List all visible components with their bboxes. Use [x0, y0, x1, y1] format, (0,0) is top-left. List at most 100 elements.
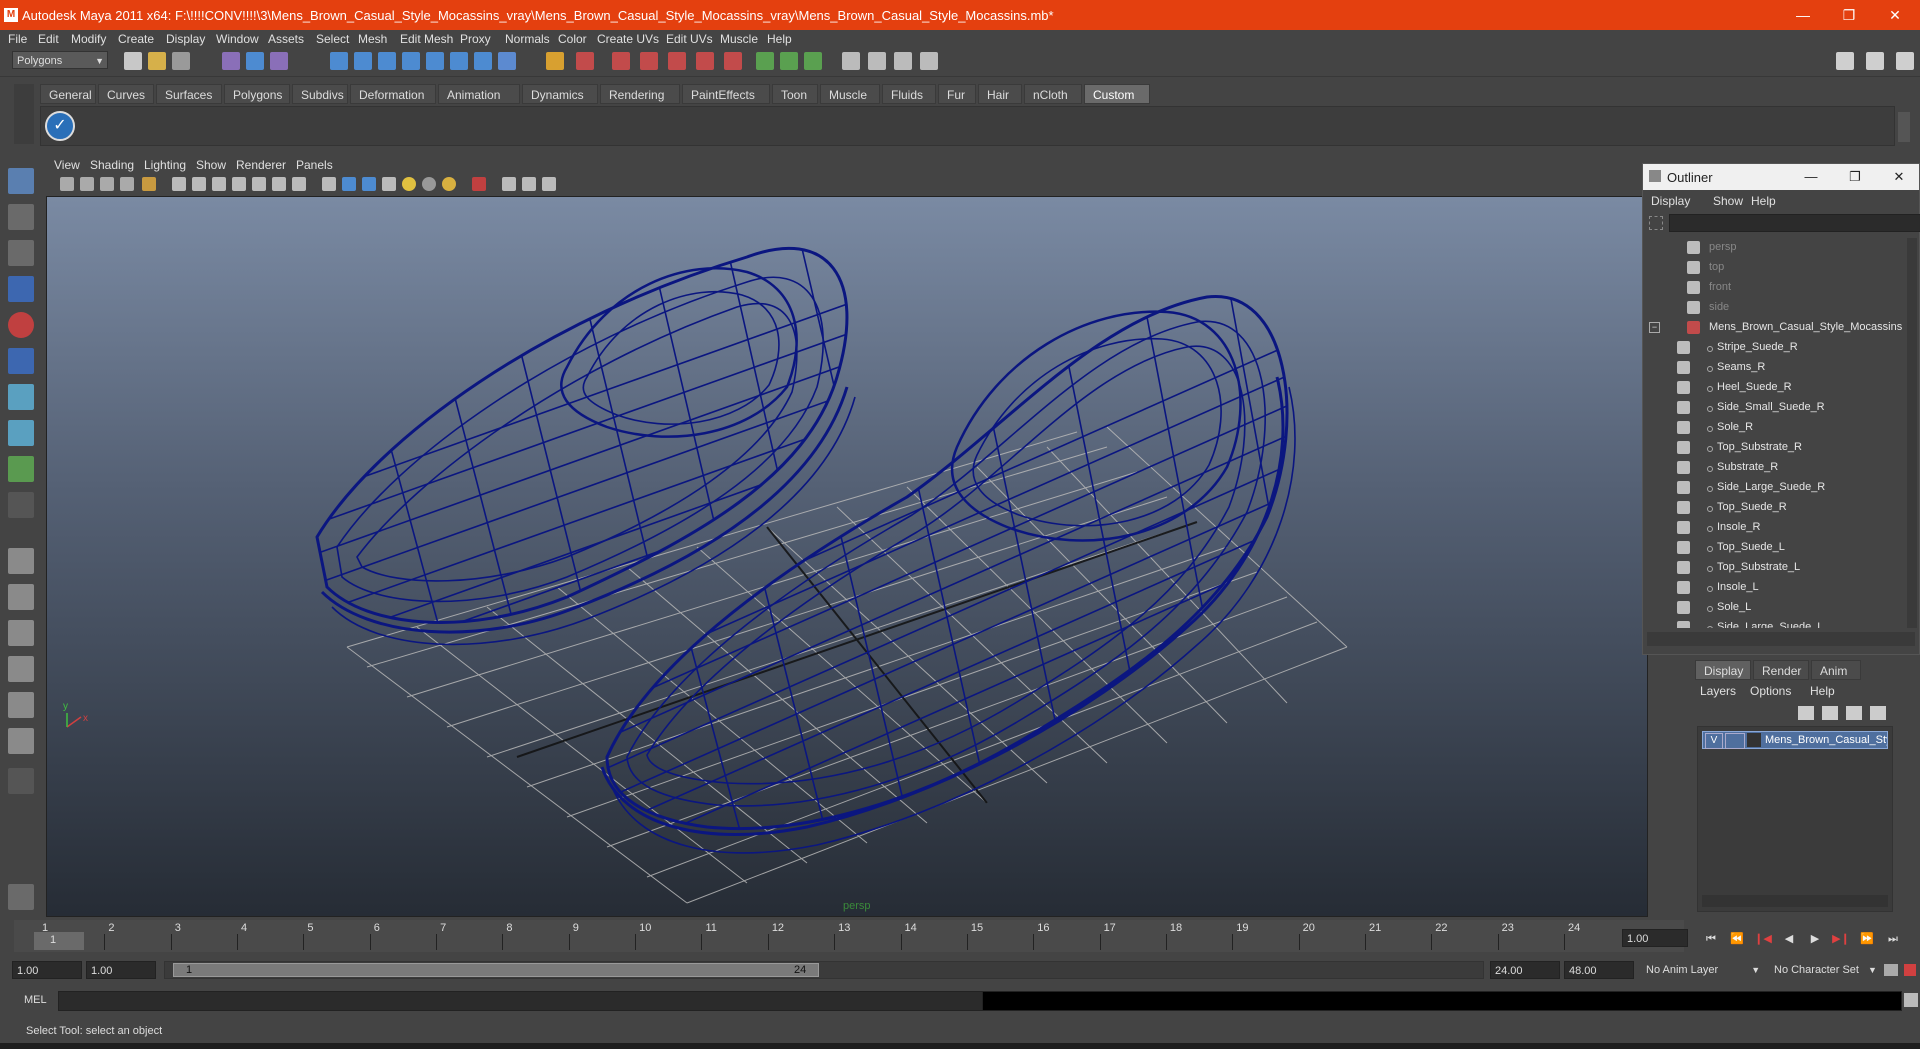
shelf-tab-subdivs[interactable]: Subdivs [292, 84, 348, 104]
shelf-tab-painteffects[interactable]: PaintEffects [682, 84, 770, 104]
filter-icon[interactable] [1649, 216, 1663, 230]
graph-layout-icon[interactable] [8, 656, 34, 682]
check-shelf-icon[interactable]: ✓ [45, 111, 75, 141]
outliner-item[interactable]: Sole_R [1647, 418, 1905, 438]
high-quality-icon[interactable] [442, 177, 456, 191]
outliner-item[interactable]: Insole_R [1647, 518, 1905, 538]
menu-color[interactable]: Color [558, 32, 587, 46]
snap-curve-icon[interactable] [354, 52, 372, 70]
layer-color-swatch[interactable] [1725, 733, 1745, 749]
four-pane-layout-icon[interactable] [8, 584, 34, 610]
outliner-item[interactable]: Substrate_R [1647, 458, 1905, 478]
viewport-menu-lighting[interactable]: Lighting [144, 158, 186, 172]
snap-view-icon[interactable] [450, 52, 468, 70]
gate-mask-icon[interactable] [232, 177, 246, 191]
layer-add-icon[interactable] [1846, 706, 1862, 720]
menu-mesh[interactable]: Mesh [358, 32, 387, 46]
lock-icon[interactable] [546, 52, 564, 70]
outliner-minimize-button[interactable]: — [1789, 164, 1833, 190]
input-line-icon[interactable] [756, 52, 774, 70]
film-gate-icon[interactable] [192, 177, 206, 191]
outliner-item[interactable]: top [1647, 258, 1905, 278]
outliner-list[interactable]: persp top front side − Mens_Brown_Casual_Styl… [1647, 238, 1905, 628]
soft-mod-tool-icon[interactable] [8, 420, 34, 446]
new-empty-layer-icon[interactable] [1798, 706, 1814, 720]
outliner-item[interactable]: Top_Suede_R [1647, 498, 1905, 518]
shelf-tab-fluids[interactable]: Fluids [882, 84, 936, 104]
viewport-menu-renderer[interactable]: Renderer [236, 158, 286, 172]
shelf-tab-animation[interactable]: Animation [438, 84, 520, 104]
layer-name[interactable]: Mens_Brown_Casual_Sty [1765, 734, 1887, 746]
menu-create-uvs[interactable]: Create UVs [597, 32, 659, 46]
outliner-item[interactable]: front [1647, 278, 1905, 298]
layer-editor-icon[interactable] [920, 52, 938, 70]
outliner-filter-input[interactable] [1669, 214, 1920, 232]
camera-select-icon[interactable] [60, 177, 74, 191]
channel-box-icon[interactable] [894, 52, 912, 70]
layer-menu-layers[interactable]: Layers [1700, 684, 1736, 698]
isolate-select-icon[interactable] [472, 177, 486, 191]
pencil-icon[interactable] [1747, 733, 1761, 747]
image-plane-icon[interactable] [120, 177, 134, 191]
animation-start-field[interactable]: 1.00 [12, 961, 82, 979]
anim-prefs-icon[interactable] [1904, 964, 1916, 976]
numeric-input-icon[interactable] [780, 52, 798, 70]
uv-layout-icon[interactable] [8, 728, 34, 754]
rotate-tool-icon[interactable] [8, 312, 34, 338]
outliner-item[interactable]: Top_Suede_L [1647, 538, 1905, 558]
menu-edit-mesh[interactable]: Edit Mesh [400, 32, 453, 46]
ipr-render-icon[interactable] [640, 52, 658, 70]
key-icon[interactable] [1884, 964, 1898, 976]
shelf-tab-deformation[interactable]: Deformation [350, 84, 436, 104]
outliner-layout-icon[interactable] [8, 620, 34, 646]
manipulator-tool-icon[interactable] [8, 384, 34, 410]
current-frame-marker[interactable]: 1 [34, 932, 84, 950]
menu-modify[interactable]: Modify [71, 32, 106, 46]
shelf-tab-general[interactable]: General [40, 84, 96, 104]
scale-tool-icon[interactable] [8, 348, 34, 374]
layer-tab-display[interactable]: Display [1695, 660, 1751, 680]
current-time-field[interactable]: 1.00 [1622, 929, 1688, 947]
outliner-item[interactable]: Side_Small_Suede_R [1647, 398, 1905, 418]
play-forwards-button[interactable]: ▶ [1806, 932, 1824, 946]
hypershade-icon[interactable] [696, 52, 714, 70]
shelf-tab-polygons[interactable]: Polygons [224, 84, 290, 104]
outliner-item[interactable]: Sole_L [1647, 598, 1905, 618]
menu-create[interactable]: Create [118, 32, 154, 46]
menu-select[interactable]: Select [316, 32, 349, 46]
snap-point-icon[interactable] [378, 52, 396, 70]
use-all-lights-icon[interactable] [402, 177, 416, 191]
camera-attributes-icon[interactable] [80, 177, 94, 191]
outliner-item[interactable]: − Mens_Brown_Casual_Style_Mocassins [1647, 318, 1905, 338]
textured-icon[interactable] [382, 177, 396, 191]
anim-layer-dropdown[interactable]: No Anim Layer ▼ [1646, 961, 1760, 979]
shelf-handle[interactable] [14, 84, 34, 144]
mel-command-input[interactable] [58, 991, 988, 1011]
shelf-tab-curves[interactable]: Curves [98, 84, 154, 104]
wireframe-icon[interactable] [322, 177, 336, 191]
outliner-item[interactable]: Seams_R [1647, 358, 1905, 378]
shelf-tab-rendering[interactable]: Rendering [600, 84, 680, 104]
character-set-dropdown[interactable]: No Character Set ▼ [1774, 961, 1877, 979]
outliner-item[interactable]: Top_Substrate_R [1647, 438, 1905, 458]
playback-end-field[interactable]: 24.00 [1490, 961, 1560, 979]
menu-display[interactable]: Display [166, 32, 205, 46]
outliner-menu-display[interactable]: Display [1651, 194, 1690, 208]
hypershade-layout-icon[interactable] [8, 692, 34, 718]
construction-history-icon[interactable] [576, 52, 594, 70]
viewport-menu-show[interactable]: Show [196, 158, 226, 172]
step-back-frame-button[interactable]: ❙◀ [1754, 932, 1772, 946]
layout-more-icon[interactable] [8, 768, 34, 794]
lasso-tool-icon[interactable] [8, 204, 34, 230]
layer-tab-render[interactable]: Render [1753, 660, 1809, 680]
layer-tab-anim[interactable]: Anim [1811, 660, 1861, 680]
script-editor-icon[interactable] [1904, 993, 1918, 1007]
menu-assets[interactable]: Assets [268, 32, 304, 46]
open-scene-icon[interactable] [148, 52, 166, 70]
play-backwards-button[interactable]: ◀ [1780, 932, 1798, 946]
safe-title-icon[interactable] [292, 177, 306, 191]
outliner-menu-show[interactable]: Show [1713, 194, 1743, 208]
close-button[interactable]: ✕ [1872, 0, 1918, 30]
menu-proxy[interactable]: Proxy [460, 32, 491, 46]
outliner-item[interactable]: Side_Large_Suede_L [1647, 618, 1905, 628]
